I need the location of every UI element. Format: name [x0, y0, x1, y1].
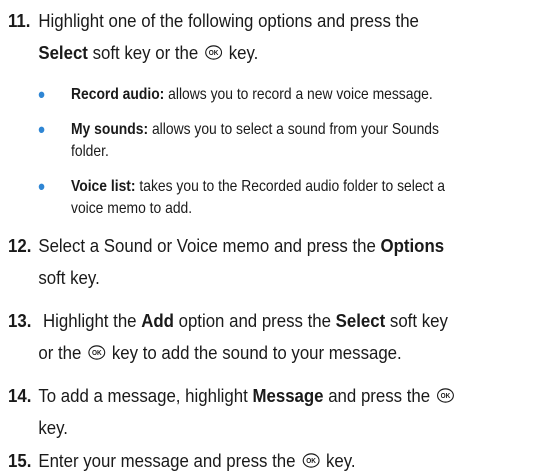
- svg-text:OK: OK: [306, 458, 316, 465]
- option-text: allows you to select a sound from your S…: [148, 121, 439, 138]
- select-key-label: Select: [335, 310, 386, 331]
- step-11-line2: Select soft key or the OK key.: [8, 38, 492, 68]
- step-text: To add a message, highlight: [38, 385, 253, 406]
- step-text: soft key.: [38, 267, 100, 288]
- option-text: voice memo to add.: [71, 200, 193, 217]
- step-number: 15.: [8, 450, 32, 471]
- step-13: 13. Highlight the Add option and press t…: [8, 306, 492, 336]
- option-label: My sounds:: [71, 121, 149, 138]
- add-option-label: Add: [141, 310, 174, 331]
- step-text: option and press the: [173, 310, 336, 331]
- step-11: 11. Highlight one of the following option…: [8, 6, 492, 36]
- step-text: key.: [224, 42, 259, 63]
- options-key-label: Options: [380, 235, 445, 256]
- step-text: Highlight the: [38, 310, 142, 331]
- step-15: 15. Enter your message and press the OK k…: [8, 446, 492, 476]
- step-14: 14. To add a message, highlight Message a…: [8, 381, 492, 411]
- step-text: soft key: [385, 310, 448, 331]
- step-13-line2: or the OK key to add the sound to your m…: [8, 338, 492, 368]
- step-text: soft key or the: [87, 42, 203, 63]
- step-14-line2: key.: [8, 413, 492, 443]
- option-record-audio: • Record audio: allows you to record a ne…: [38, 84, 516, 106]
- option-text: folder.: [71, 143, 109, 160]
- step-number: 12.: [8, 235, 32, 256]
- svg-text:OK: OK: [209, 50, 219, 57]
- option-label: Voice list:: [71, 178, 136, 195]
- step-12: 12. Select a Sound or Voice memo and pres…: [8, 231, 492, 261]
- ok-key-icon: OK: [88, 344, 106, 360]
- bullet-icon: •: [38, 82, 45, 107]
- ok-key-icon: OK: [205, 44, 222, 60]
- step-text: and press the: [323, 385, 435, 406]
- step-12-line2: soft key.: [8, 263, 492, 293]
- step-number: 13.: [8, 310, 32, 331]
- step-text: Enter your message and press the: [38, 450, 301, 471]
- step-text: key to add the sound to your message.: [107, 342, 402, 363]
- ok-key-icon: OK: [436, 387, 454, 403]
- step-number: 11.: [8, 10, 31, 31]
- option-my-sounds: • My sounds: allows you to select a sound…: [38, 119, 516, 163]
- step-text: key.: [321, 450, 356, 471]
- select-key-label: Select: [38, 42, 88, 63]
- option-label: Record audio:: [71, 86, 165, 103]
- bullet-icon: •: [38, 117, 45, 142]
- svg-text:OK: OK: [92, 350, 102, 357]
- step-text: or the: [38, 342, 87, 363]
- svg-text:OK: OK: [441, 393, 451, 400]
- option-voice-list: • Voice list: takes you to the Recorded a…: [38, 176, 516, 220]
- message-label: Message: [252, 385, 324, 406]
- option-text: takes you to the Recorded audio folder t…: [135, 178, 445, 195]
- ok-key-icon: OK: [302, 452, 320, 468]
- bullet-icon: •: [38, 174, 45, 199]
- step-number: 14.: [8, 385, 32, 406]
- step-text: Highlight one of the following options a…: [38, 10, 419, 31]
- step-text: Select a Sound or Voice memo and press t…: [38, 235, 381, 256]
- option-text: allows you to record a new voice message…: [164, 86, 433, 103]
- step-text: key.: [38, 417, 68, 438]
